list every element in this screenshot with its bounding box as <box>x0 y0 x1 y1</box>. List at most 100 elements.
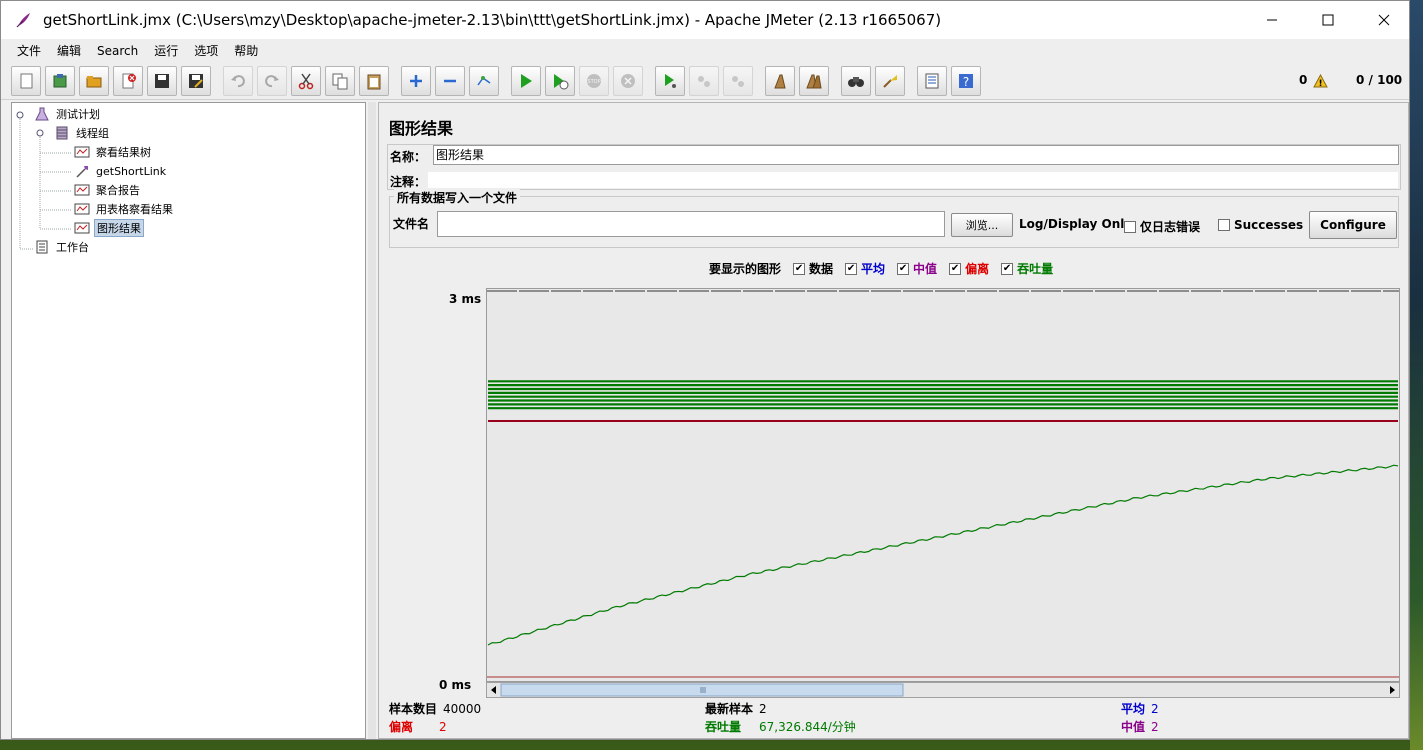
help-icon[interactable]: ? <box>951 65 981 96</box>
data-checkbox[interactable]: ✔ <box>793 262 806 275</box>
tree-item-graph-results[interactable]: 图形结果 <box>74 219 144 237</box>
tree-item-aggregate-report[interactable]: 聚合报告 <box>74 181 142 199</box>
split-pane-divider[interactable] <box>368 102 376 739</box>
tree-item-label: 线程组 <box>76 127 109 140</box>
warning-count: 0 <box>1299 73 1308 87</box>
option-data[interactable]: ✔ 数据 <box>793 260 833 277</box>
jmeter-feather-icon <box>16 13 30 28</box>
graph-options: 要显示的图形 ✔ 数据 ✔ 平均 ✔ 中值 ✔ 偏离 ✔ 吞吐量 <box>709 260 1053 277</box>
menu-search[interactable]: Search <box>97 44 138 58</box>
stat-samples: 样本数目 40000 <box>389 700 481 717</box>
reset-search-icon[interactable] <box>875 65 905 96</box>
statistics-bar: 样本数目 40000 最新样本 2 平均 2 偏离 2 吞吐量 67,326.844/分钟… <box>389 700 1399 736</box>
configure-button[interactable]: Configure <box>1309 211 1397 239</box>
stat-deviation: 偏离 2 <box>389 718 447 735</box>
function-helper-icon[interactable] <box>917 65 947 96</box>
option-deviation[interactable]: ✔ 偏离 <box>949 260 989 277</box>
tree-item-test-plan[interactable]: 测试计划 <box>34 105 102 123</box>
undo-icon[interactable] <box>223 65 253 96</box>
median-option-label: 中值 <box>913 262 938 276</box>
listener-icon <box>74 220 90 236</box>
open-icon[interactable] <box>79 65 109 96</box>
option-throughput[interactable]: ✔ 吞吐量 <box>1001 260 1053 277</box>
test-plan-tree: 测试计划 线程组 察看结果树 getShortLink 聚合报告 用表格察看结果… <box>11 102 366 739</box>
tree-item-label: 图形结果 <box>94 219 144 237</box>
cut-icon[interactable] <box>291 65 321 96</box>
clear-all-icon[interactable] <box>799 65 829 96</box>
tree-item-table-results[interactable]: 用表格察看结果 <box>74 200 175 218</box>
tree-item-workbench[interactable]: 工作台 <box>34 238 91 256</box>
toolbar: STOP ? 0 ! 0 / 100 <box>1 62 1409 100</box>
search-icon[interactable] <box>841 65 871 96</box>
svg-text:?: ? <box>963 75 969 89</box>
title-bar: getShortLink.jmx (C:\Users\mzy\Desktop\a… <box>1 1 1409 39</box>
menu-options[interactable]: 选项 <box>194 42 218 59</box>
test-plan-icon <box>34 106 50 122</box>
write-to-file-legend: 所有数据写入一个文件 <box>394 189 521 206</box>
paste-icon[interactable] <box>359 65 389 96</box>
deviation-value: 2 <box>439 720 447 734</box>
clear-icon[interactable] <box>765 65 795 96</box>
templates-icon[interactable] <box>45 65 75 96</box>
svg-text:!: ! <box>1318 79 1322 88</box>
copy-icon[interactable] <box>325 65 355 96</box>
remote-start-icon[interactable] <box>655 65 685 96</box>
listener-icon <box>74 201 90 217</box>
start-no-pause-icon[interactable] <box>545 65 575 96</box>
successes-checkbox[interactable] <box>1218 219 1230 231</box>
errors-only-checkbox[interactable] <box>1124 220 1136 233</box>
save-as-icon[interactable] <box>181 65 211 96</box>
tree-item-http-sampler[interactable]: getShortLink <box>74 162 168 180</box>
throughput-checkbox[interactable]: ✔ <box>1001 262 1014 275</box>
option-median[interactable]: ✔ 中值 <box>897 260 937 277</box>
filename-input[interactable] <box>437 211 945 237</box>
comment-field[interactable] <box>427 171 1399 189</box>
new-icon[interactable] <box>11 65 41 96</box>
successes-option[interactable]: Successes <box>1218 218 1303 232</box>
svg-text:STOP: STOP <box>587 79 600 85</box>
deviation-option-label: 偏离 <box>965 262 990 276</box>
graph-horizontal-scrollbar[interactable] <box>486 682 1400 698</box>
samples-label: 样本数目 <box>389 702 438 716</box>
graph-results-panel: 图形结果 名称： 图形结果 注释： 所有数据写入一个文件 文件名 浏览... L… <box>378 102 1409 739</box>
toggle-icon[interactable] <box>469 65 499 96</box>
average-option-label: 平均 <box>861 262 886 276</box>
window-title: getShortLink.jmx (C:\Users\mzy\Desktop\a… <box>43 11 942 29</box>
close-window-button[interactable] <box>1355 1 1413 39</box>
browse-button[interactable]: 浏览... <box>951 213 1013 237</box>
average-checkbox[interactable]: ✔ <box>845 262 858 275</box>
name-field[interactable]: 图形结果 <box>433 145 1399 165</box>
shutdown-icon[interactable] <box>613 65 643 96</box>
start-icon[interactable] <box>511 65 541 96</box>
menu-bar: 文件 编辑 Search 运行 选项 帮助 <box>1 39 1409 62</box>
redo-icon[interactable] <box>257 65 287 96</box>
active-threads: 0 / 100 <box>1356 73 1403 87</box>
minimize-button[interactable] <box>1243 1 1301 39</box>
close-icon[interactable] <box>113 65 143 96</box>
maximize-button[interactable] <box>1299 1 1357 39</box>
errors-only-option[interactable]: 仅日志错误 <box>1124 218 1200 235</box>
tree-item-view-results-tree[interactable]: 察看结果树 <box>74 143 153 161</box>
deviation-label: 偏离 <box>389 720 414 734</box>
write-to-file-box: 所有数据写入一个文件 文件名 浏览... Log/Display Only: 仅… <box>389 189 1399 248</box>
stat-average: 平均 2 <box>1121 700 1159 717</box>
tree-item-thread-group[interactable]: 线程组 <box>54 124 111 142</box>
option-average[interactable]: ✔ 平均 <box>845 260 885 277</box>
collapse-icon[interactable] <box>435 65 465 96</box>
panel-title: 图形结果 <box>389 119 454 138</box>
save-icon[interactable] <box>147 65 177 96</box>
remote-shutdown-icon[interactable] <box>723 65 753 96</box>
menu-edit[interactable]: 编辑 <box>57 42 81 59</box>
deviation-checkbox[interactable]: ✔ <box>949 262 962 275</box>
listener-icon <box>74 144 90 160</box>
stat-median: 中值 2 <box>1121 718 1159 735</box>
expand-icon[interactable] <box>401 65 431 96</box>
graph-area <box>486 288 1400 682</box>
median-checkbox[interactable]: ✔ <box>897 262 910 275</box>
menu-file[interactable]: 文件 <box>17 42 41 59</box>
menu-help[interactable]: 帮助 <box>234 42 258 59</box>
stop-icon[interactable]: STOP <box>579 65 609 96</box>
tree-item-label: 聚合报告 <box>96 184 140 197</box>
remote-stop-icon[interactable] <box>689 65 719 96</box>
menu-run[interactable]: 运行 <box>154 42 178 59</box>
